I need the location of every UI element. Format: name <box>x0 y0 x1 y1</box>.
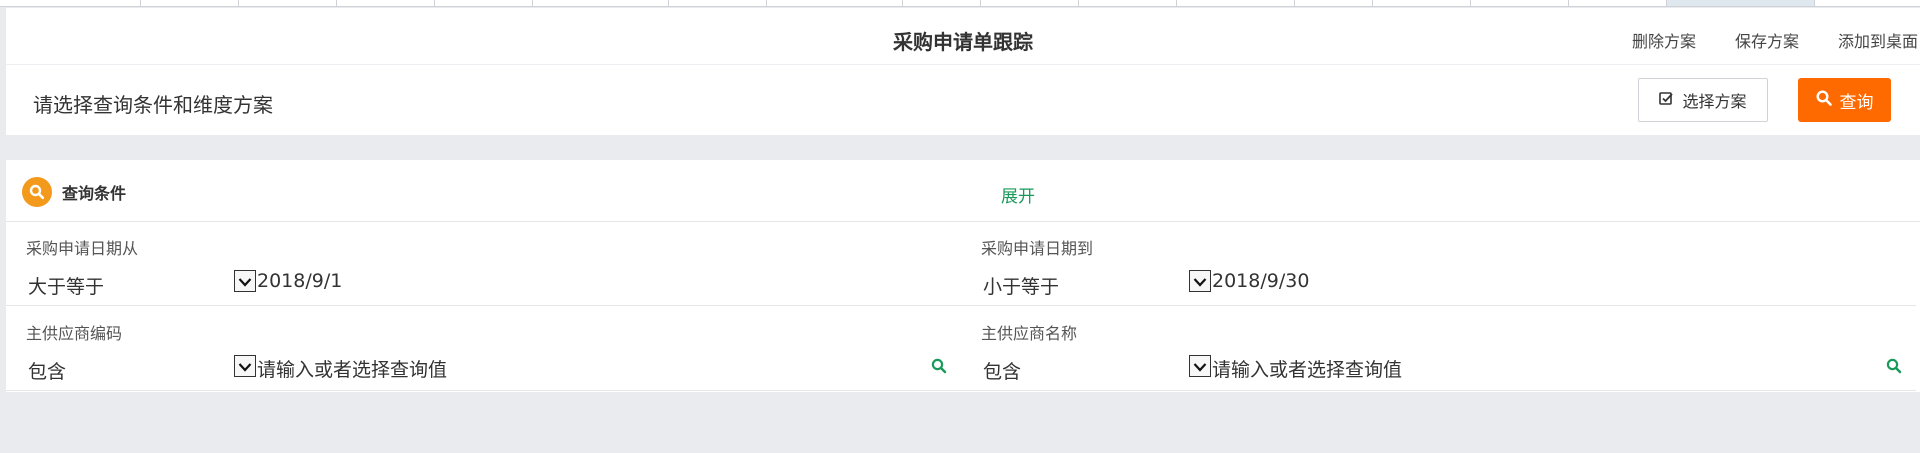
search-icon[interactable] <box>1886 358 1902 378</box>
field-divider <box>961 305 1916 306</box>
operator-dropdown[interactable] <box>1189 355 1211 377</box>
tab[interactable] <box>1177 0 1295 6</box>
tab[interactable] <box>1569 0 1667 6</box>
tab[interactable] <box>767 0 903 6</box>
field-divider <box>961 390 1916 391</box>
supplier-name-input[interactable]: 请输入或者选择查询值 <box>1212 355 1402 382</box>
date-to-field: 采购申请日期到 小于等于 2018/9/30 <box>961 222 1916 306</box>
operator-text: 小于等于 <box>983 276 1060 298</box>
search-icon[interactable] <box>931 358 947 378</box>
field-label: 主供应商名称 <box>981 324 1078 343</box>
field-label: 主供应商编码 <box>26 324 123 343</box>
tab-active[interactable] <box>1667 0 1815 6</box>
operator-text: 大于等于 <box>28 276 105 298</box>
field-label: 采购申请日期到 <box>981 239 1094 258</box>
tab[interactable] <box>435 0 533 6</box>
save-scheme-link[interactable]: 保存方案 <box>1735 28 1799 52</box>
operator-dropdown[interactable] <box>1189 270 1211 292</box>
query-button[interactable]: 查询 <box>1798 78 1891 122</box>
chevron-down-icon <box>238 357 252 376</box>
select-scheme-button[interactable]: 选择方案 <box>1638 78 1768 122</box>
panel-title: 查询条件 <box>62 184 127 203</box>
scheme-prompt: 请选择查询条件和维度方案 <box>33 93 273 117</box>
chevron-down-icon <box>238 272 252 291</box>
expand-link[interactable]: 展开 <box>1001 182 1035 207</box>
query-condition-panel: 查询条件 展开 采购申请日期从 大于等于 2018/9/1 采购申请日期到 小于… <box>6 160 1920 392</box>
search-icon <box>22 177 52 207</box>
operator-text: 包含 <box>983 361 1022 383</box>
scheme-bar: 请选择查询条件和维度方案 选择方案 查询 <box>6 64 1920 135</box>
tab[interactable] <box>1471 0 1569 6</box>
select-scheme-label: 选择方案 <box>1682 92 1747 111</box>
operator-dropdown[interactable] <box>234 355 256 377</box>
delete-scheme-link[interactable]: 删除方案 <box>1632 28 1696 52</box>
tab-strip <box>0 0 1920 7</box>
operator-text: 包含 <box>28 361 67 383</box>
header-actions: 删除方案 保存方案 添加到桌面 <box>1593 28 1918 52</box>
page-header: 采购申请单跟踪 删除方案 保存方案 添加到桌面 <box>6 8 1920 64</box>
tab[interactable] <box>981 0 1079 6</box>
check-square-icon <box>1659 91 1674 110</box>
supplier-code-field: 主供应商编码 包含 请输入或者选择查询值 <box>6 307 961 391</box>
field-label: 采购申请日期从 <box>26 239 139 258</box>
tab[interactable] <box>141 0 239 6</box>
supplier-code-input[interactable]: 请输入或者选择查询值 <box>257 355 447 382</box>
query-label: 查询 <box>1839 92 1874 113</box>
tab[interactable] <box>1373 0 1471 6</box>
date-to-input[interactable]: 2018/9/30 <box>1212 270 1309 292</box>
add-to-desktop-link[interactable]: 添加到桌面 <box>1838 28 1918 52</box>
tab[interactable] <box>533 0 669 6</box>
operator-dropdown[interactable] <box>234 270 256 292</box>
search-icon <box>1815 89 1832 111</box>
panel-header: 查询条件 展开 <box>6 160 1920 222</box>
tab[interactable] <box>337 0 435 6</box>
supplier-name-field: 主供应商名称 包含 请输入或者选择查询值 <box>961 307 1916 391</box>
chevron-down-icon <box>1193 272 1207 291</box>
field-divider <box>6 390 961 391</box>
chevron-down-icon <box>1193 357 1207 376</box>
field-divider <box>6 305 961 306</box>
tab[interactable] <box>0 0 141 6</box>
tab[interactable] <box>239 0 337 6</box>
tab[interactable] <box>669 0 767 6</box>
tab[interactable] <box>1295 0 1373 6</box>
date-from-input[interactable]: 2018/9/1 <box>257 270 342 292</box>
tab[interactable] <box>903 0 981 6</box>
tab[interactable] <box>1079 0 1177 6</box>
date-from-field: 采购申请日期从 大于等于 2018/9/1 <box>6 222 961 306</box>
